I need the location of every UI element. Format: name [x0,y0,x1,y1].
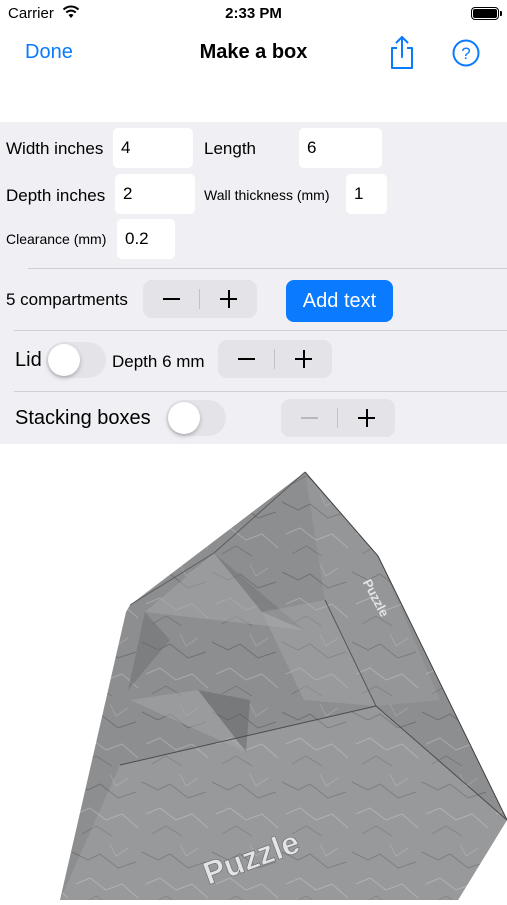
depth-label: Depth inches [6,186,106,205]
length-field[interactable]: 6 [299,128,382,168]
lid-depth-increment-button[interactable] [275,340,332,378]
battery-icon [471,7,502,20]
divider [14,391,507,392]
wall-thickness-label: Wall thickness (mm) [204,187,330,203]
stacking-label: Stacking boxes [15,407,151,429]
width-label: Width inches [6,139,104,158]
share-icon[interactable] [386,34,418,70]
compartments-label: 5 compartments [6,290,128,309]
status-bar: Carrier 2:33 PM [0,0,507,28]
compartments-decrement-button[interactable] [143,280,200,318]
length-label: Length [204,139,256,158]
stacking-decrement-button[interactable] [281,399,338,437]
help-icon[interactable]: ? [452,39,480,67]
width-field[interactable]: 4 [113,128,193,168]
box-settings-panel: Width inches 4 Length 6 Depth inches 2 W… [0,122,507,444]
toggle-knob [48,344,80,376]
lid-toggle[interactable] [46,342,106,378]
clearance-label: Clearance (mm) [6,231,107,247]
stacking-increment-button[interactable] [338,399,395,437]
compartments-stepper[interactable] [143,280,257,318]
wall-thickness-field[interactable]: 1 [346,174,387,214]
add-text-button[interactable]: Add text [286,280,393,322]
depth-field[interactable]: 2 [115,174,195,214]
svg-text:?: ? [461,44,470,63]
lid-depth-decrement-button[interactable] [218,340,275,378]
toggle-knob [168,402,200,434]
divider [14,330,507,331]
divider [28,268,507,269]
box-render: Puzzle Puzzle [60,471,507,900]
clock: 2:33 PM [225,5,282,22]
stacking-stepper[interactable] [281,399,395,437]
stacking-toggle[interactable] [166,400,226,436]
box-3d-preview[interactable]: Puzzle Puzzle [0,444,507,900]
lid-label: Lid [15,349,42,371]
compartments-increment-button[interactable] [200,280,257,318]
navigation-bar: Done Make a box ? [0,28,507,78]
lid-depth-label: Depth 6 mm [112,352,205,371]
lid-depth-stepper[interactable] [218,340,332,378]
clearance-field[interactable]: 0.2 [117,219,175,259]
page-title: Make a box [199,41,308,63]
